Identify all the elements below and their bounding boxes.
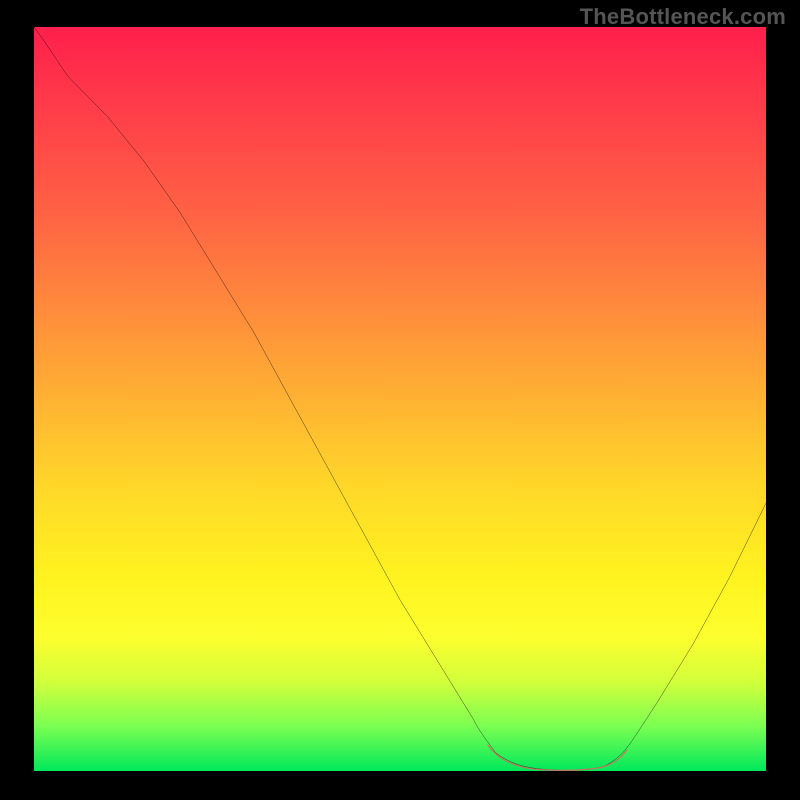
flat-minimum-highlight [488,745,627,770]
plot-area [34,27,766,771]
bottleneck-curve [34,27,766,771]
curve-path [34,27,766,770]
chart-frame: TheBottleneck.com [0,0,800,800]
watermark-text: TheBottleneck.com [580,4,786,30]
